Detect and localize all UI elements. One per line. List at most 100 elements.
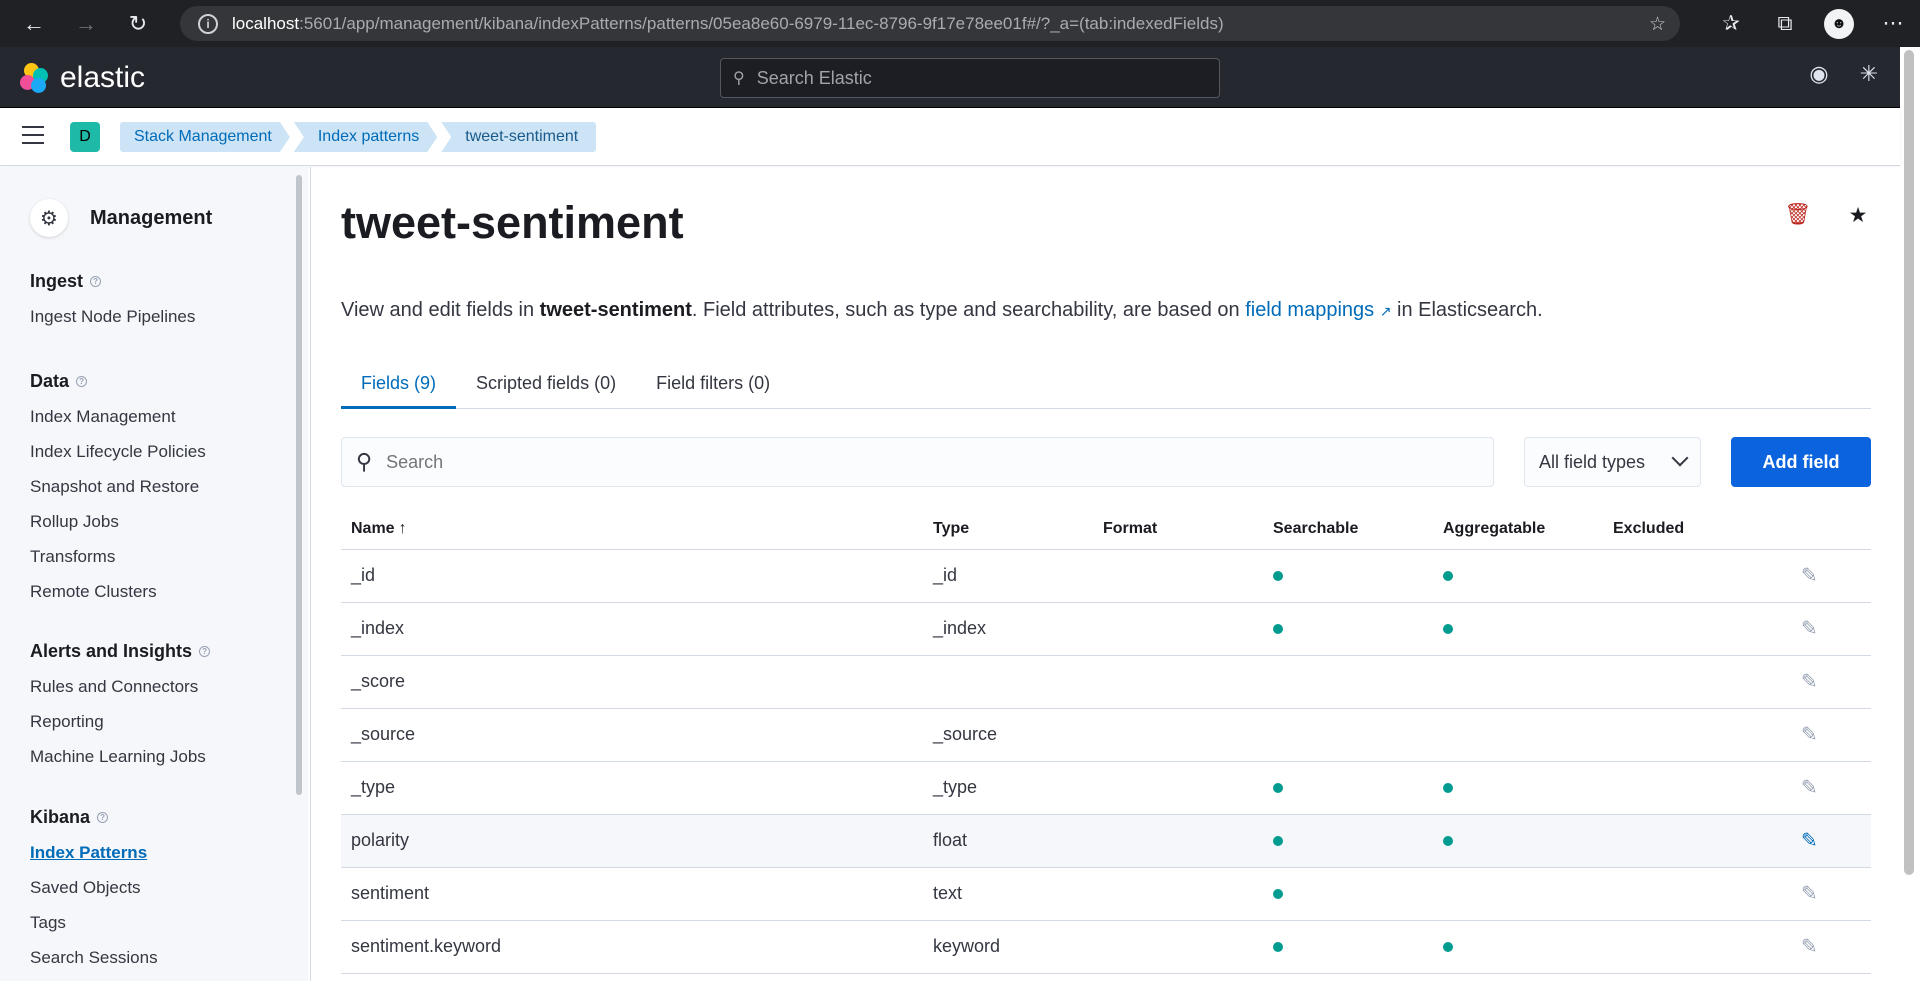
newsfeed-icon[interactable]: ✳ xyxy=(1844,61,1894,87)
field-name-cell: sentiment.keyword xyxy=(341,920,923,974)
sidebar-group-title: Data xyxy=(30,371,70,391)
page-title: tweet-sentiment xyxy=(341,197,684,248)
status-dot-icon xyxy=(1273,783,1283,793)
page-scrollbar[interactable] xyxy=(1904,50,1914,875)
field-search-input[interactable] xyxy=(386,451,1387,473)
sidebar-group-alerts: Alerts and Insights? Rules and Connector… xyxy=(30,641,211,779)
sidebar-item-rules-connectors[interactable]: Rules and Connectors xyxy=(30,674,210,709)
breadcrumb-bar: D Stack Management Index patterns tweet-… xyxy=(0,108,1900,166)
field-excluded-cell xyxy=(1603,549,1771,603)
column-header-name[interactable]: Name ↑ xyxy=(341,509,923,550)
field-format-cell xyxy=(1093,920,1263,974)
favorites-icon[interactable]: ✰ xyxy=(1704,11,1758,36)
question-icon[interactable]: ? xyxy=(90,276,102,287)
table-row[interactable]: _id _id ✎ xyxy=(341,549,1871,603)
edit-pencil-icon[interactable]: ✎ xyxy=(1801,618,1818,640)
search-icon: ⚲ xyxy=(733,70,745,87)
sidebar-item-saved-objects[interactable]: Saved Objects xyxy=(30,875,158,910)
question-icon[interactable]: ? xyxy=(199,646,211,657)
table-row[interactable]: sentiment text ✎ xyxy=(341,867,1871,921)
table-header-row: Name ↑ Type Format Searchable Aggregatabl… xyxy=(341,509,1871,550)
sidebar-item-ingest-node-pipelines[interactable]: Ingest Node Pipelines xyxy=(30,304,195,339)
add-field-button[interactable]: Add field xyxy=(1731,437,1871,487)
search-icon: ⚲ xyxy=(356,449,373,474)
add-favorite-icon[interactable]: ☆ xyxy=(1649,13,1666,36)
elastic-logo[interactable]: elastic xyxy=(20,61,145,95)
field-actions-cell: ✎ xyxy=(1771,761,1871,815)
sidebar-item-tags[interactable]: Tags xyxy=(30,910,158,945)
back-arrow-icon[interactable]: ← xyxy=(16,6,52,42)
tab-fields[interactable]: Fields (9) xyxy=(341,357,457,409)
management-sidebar: ⚙ Management Ingest? Ingest Node Pipelin… xyxy=(0,167,308,981)
sidebar-item-snapshot-restore[interactable]: Snapshot and Restore xyxy=(30,474,206,509)
edit-pencil-icon[interactable]: ✎ xyxy=(1801,830,1818,852)
collections-icon[interactable]: ⧉ xyxy=(1758,12,1812,36)
status-dot-icon xyxy=(1443,783,1453,793)
sidebar-title: Management xyxy=(90,206,213,229)
status-dot-icon xyxy=(1443,836,1453,846)
reload-icon[interactable]: ↻ xyxy=(120,6,156,42)
star-icon[interactable]: ★ xyxy=(1828,203,1888,228)
column-header-format[interactable]: Format xyxy=(1093,509,1263,550)
column-header-excluded[interactable]: Excluded xyxy=(1603,509,1771,550)
field-name-cell: _source xyxy=(341,708,923,762)
question-icon[interactable]: ? xyxy=(76,376,88,387)
field-type-cell: keyword xyxy=(923,920,1093,974)
field-format-cell xyxy=(1093,761,1263,815)
field-excluded-cell xyxy=(1603,761,1771,815)
sidebar-item-index-management[interactable]: Index Management xyxy=(30,404,206,439)
field-name-cell: polarity xyxy=(341,814,923,868)
breadcrumb-stack-management[interactable]: Stack Management xyxy=(120,122,290,152)
field-searchable-cell xyxy=(1263,814,1433,868)
edit-pencil-icon[interactable]: ✎ xyxy=(1801,777,1818,799)
field-type-cell: _id xyxy=(923,549,1093,603)
sidebar-group-kibana: Kibana? Index Patterns Saved Objects Tag… xyxy=(30,807,158,980)
sidebar-item-transforms[interactable]: Transforms xyxy=(30,544,206,579)
site-info-icon[interactable]: i xyxy=(198,13,218,34)
more-menu-icon[interactable]: ⋯ xyxy=(1866,11,1920,36)
table-row[interactable]: _type _type ✎ xyxy=(341,761,1871,815)
edit-pencil-icon[interactable]: ✎ xyxy=(1801,883,1818,905)
sidebar-item-ml-jobs[interactable]: Machine Learning Jobs xyxy=(30,744,210,779)
table-row[interactable]: polarity float ✎ xyxy=(341,814,1871,868)
space-avatar[interactable]: D xyxy=(70,122,100,152)
menu-toggle-icon[interactable] xyxy=(22,126,44,144)
table-row[interactable]: _score ✎ xyxy=(341,655,1871,709)
help-icon[interactable]: ◉ xyxy=(1794,61,1844,87)
sidebar-item-search-sessions[interactable]: Search Sessions xyxy=(30,945,158,980)
edit-pencil-icon[interactable]: ✎ xyxy=(1801,671,1818,693)
delete-icon[interactable]: 🗑 xyxy=(1768,203,1828,228)
edit-pencil-icon[interactable]: ✎ xyxy=(1801,724,1818,746)
field-actions-cell: ✎ xyxy=(1771,867,1871,921)
field-excluded-cell xyxy=(1603,867,1771,921)
tab-field-filters[interactable]: Field filters (0) xyxy=(636,357,790,409)
sidebar-item-remote-clusters[interactable]: Remote Clusters xyxy=(30,579,206,614)
forward-arrow-icon[interactable]: → xyxy=(68,6,104,42)
edit-pencil-icon[interactable]: ✎ xyxy=(1801,936,1818,958)
table-row[interactable]: sentiment.keyword keyword ✎ xyxy=(341,920,1871,974)
sidebar-scrollbar[interactable] xyxy=(296,175,302,795)
field-type-filter[interactable]: All field types xyxy=(1524,437,1701,487)
address-bar[interactable]: i localhost:5601/app/management/kibana/i… xyxy=(180,6,1680,41)
table-row[interactable]: _source _source ✎ xyxy=(341,708,1871,762)
edit-pencil-icon[interactable]: ✎ xyxy=(1801,565,1818,587)
sidebar-item-index-patterns[interactable]: Index Patterns xyxy=(30,840,158,875)
field-searchable-cell xyxy=(1263,602,1433,656)
status-dot-icon xyxy=(1443,571,1453,581)
column-header-searchable[interactable]: Searchable xyxy=(1263,509,1433,550)
sidebar-item-index-lifecycle-policies[interactable]: Index Lifecycle Policies xyxy=(30,439,206,474)
table-row[interactable]: _index _index ✎ xyxy=(341,602,1871,656)
breadcrumb-index-patterns[interactable]: Index patterns xyxy=(294,122,437,152)
sidebar-item-rollup-jobs[interactable]: Rollup Jobs xyxy=(30,509,206,544)
main-content: tweet-sentiment 🗑 ★ View and edit fields… xyxy=(310,167,1900,981)
profile-button[interactable]: ☻ xyxy=(1812,8,1866,39)
field-type-cell: _index xyxy=(923,602,1093,656)
column-header-aggregatable[interactable]: Aggregatable xyxy=(1433,509,1603,550)
sidebar-item-reporting[interactable]: Reporting xyxy=(30,709,210,744)
tab-scripted-fields[interactable]: Scripted fields (0) xyxy=(456,357,636,409)
column-header-type[interactable]: Type xyxy=(923,509,1093,550)
global-search-input[interactable]: ⚲ Search Elastic xyxy=(720,58,1220,98)
field-mappings-link[interactable]: field mappings xyxy=(1245,299,1374,321)
question-icon[interactable]: ? xyxy=(97,812,109,823)
field-type-cell xyxy=(923,655,1093,709)
